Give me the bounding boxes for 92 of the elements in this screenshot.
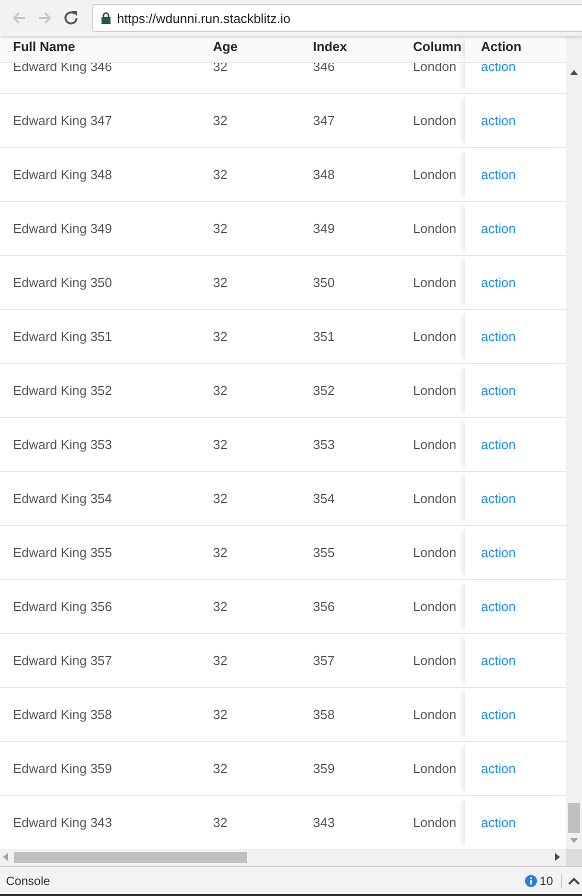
- table-cell-text: 32: [212, 383, 228, 398]
- table-cell-text: Edward King 348: [12, 167, 114, 182]
- table-cell-text: 32: [212, 329, 228, 344]
- table-cell-text: Edward King 354: [12, 491, 114, 506]
- table-cell-text: 32: [212, 761, 228, 776]
- scroll-down-icon[interactable]: [570, 838, 578, 843]
- table-cell-text: 353: [312, 437, 336, 452]
- action-link[interactable]: action: [481, 329, 516, 344]
- vertical-scrollbar[interactable]: [566, 36, 582, 849]
- table-cell-text: London: [412, 707, 458, 722]
- table-cell-text: 32: [212, 815, 228, 830]
- column-header: Column: [412, 38, 462, 56]
- table-cell-text: London: [412, 761, 458, 776]
- action-link[interactable]: action: [481, 275, 516, 290]
- action-link[interactable]: action: [481, 599, 516, 614]
- table-cell-text: London: [412, 59, 458, 74]
- table-cell-text: Edward King 349: [12, 221, 114, 236]
- table-cell-text: 347: [312, 113, 336, 128]
- table-cell-text: 354: [312, 491, 336, 506]
- scrollbar-thumb[interactable]: [14, 852, 247, 863]
- table-cell-text: Edward King 355: [12, 545, 114, 560]
- table-cell-text: London: [412, 221, 458, 236]
- action-link[interactable]: action: [481, 761, 516, 776]
- table-cell-text: Edward King 350: [12, 275, 114, 290]
- action-link[interactable]: action: [481, 491, 516, 506]
- table-cell-text: 32: [212, 113, 228, 128]
- scroll-right-icon[interactable]: [555, 853, 560, 861]
- table-cell-text: London: [412, 599, 458, 614]
- column-header: Full Name: [12, 38, 76, 56]
- table-cell-text: 357: [312, 653, 336, 668]
- table-cell-text: London: [412, 815, 458, 830]
- horizontal-scrollbar[interactable]: [0, 849, 566, 866]
- action-link[interactable]: action: [481, 383, 516, 398]
- table-cell-text: 32: [212, 167, 228, 182]
- table-cell-text: Edward King 343: [12, 815, 114, 830]
- scroll-up-icon[interactable]: [570, 70, 578, 75]
- table-cell-text: Edward King 359: [12, 761, 114, 776]
- table-cell-text: London: [412, 491, 458, 506]
- console-tab[interactable]: Console: [0, 874, 525, 888]
- message-count: 10: [540, 874, 553, 888]
- table-cell-text: 32: [212, 707, 228, 722]
- column-header: Index: [312, 38, 348, 56]
- table-cell-text: London: [412, 275, 458, 290]
- table-cell-text: 359: [312, 761, 336, 776]
- table-cell-text: Edward King 358: [12, 707, 114, 722]
- table-cell-text: 32: [212, 545, 228, 560]
- table-cell-text: 358: [312, 707, 336, 722]
- table-cell-text: Edward King 357: [12, 653, 114, 668]
- table-cell-text: 32: [212, 437, 228, 452]
- table-cell-text: 32: [212, 491, 228, 506]
- table-cell-text: 32: [212, 653, 228, 668]
- table-cell-text: London: [412, 329, 458, 344]
- action-link[interactable]: action: [481, 437, 516, 452]
- table-cell-text: Edward King 351: [12, 329, 114, 344]
- table-cell-text: London: [412, 653, 458, 668]
- scroll-left-icon[interactable]: [3, 853, 8, 861]
- table-cell-text: 350: [312, 275, 336, 290]
- table-cell-text: 352: [312, 383, 336, 398]
- action-link[interactable]: action: [481, 59, 516, 74]
- table-cell-text: London: [412, 437, 458, 452]
- table-cell-text: London: [412, 113, 458, 128]
- table-cell-text: 351: [312, 329, 336, 344]
- action-link[interactable]: action: [481, 707, 516, 722]
- table-cell-text: 348: [312, 167, 336, 182]
- table-cell-text: 343: [312, 815, 336, 830]
- action-link[interactable]: action: [481, 545, 516, 560]
- table-cell-text: 32: [212, 221, 228, 236]
- table-cell-text: 349: [312, 221, 336, 236]
- table-cell-text: 32: [212, 599, 228, 614]
- action-link[interactable]: action: [481, 113, 516, 128]
- lock-icon: [101, 12, 111, 24]
- table-cell-text: 355: [312, 545, 336, 560]
- address-field[interactable]: https://wdunni.run.stackblitz.io: [92, 4, 582, 32]
- table-cell-text: Edward King 353: [12, 437, 114, 452]
- caret-up-icon[interactable]: [568, 876, 580, 884]
- table-cell-text: London: [412, 545, 458, 560]
- scrollbar-corner: [566, 849, 582, 866]
- table-cell-text: Edward King 347: [12, 113, 114, 128]
- column-header: Action: [465, 36, 566, 62]
- action-link[interactable]: action: [481, 221, 516, 236]
- table-cell-text: Edward King 356: [12, 599, 114, 614]
- action-link[interactable]: action: [481, 815, 516, 830]
- info-icon: [524, 874, 537, 886]
- scrollbar-thumb[interactable]: [568, 803, 580, 833]
- action-link[interactable]: action: [481, 653, 516, 668]
- table-cell-text: Edward King 352: [12, 383, 114, 398]
- table-cell-text: 356: [312, 599, 336, 614]
- table-cell-text: London: [412, 167, 458, 182]
- action-link[interactable]: action: [481, 167, 516, 182]
- table-cell-text: 32: [212, 275, 228, 290]
- column-header: Age: [212, 38, 239, 56]
- table-cell-text: London: [412, 383, 458, 398]
